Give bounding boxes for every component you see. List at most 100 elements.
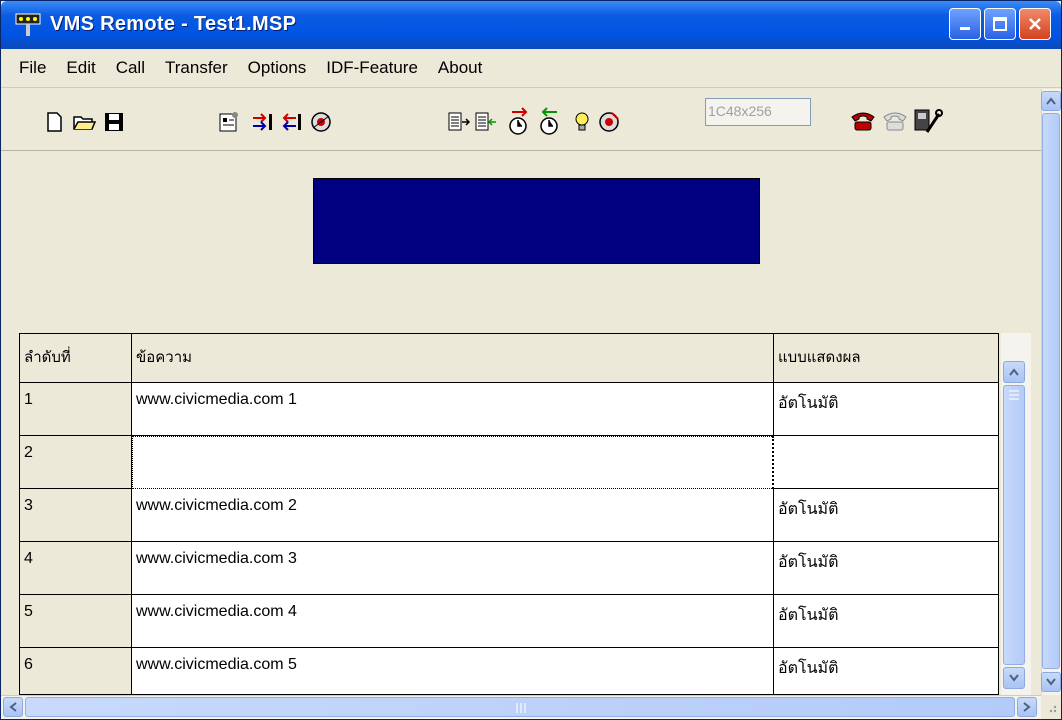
reset-button[interactable] xyxy=(596,109,622,135)
message-cell[interactable]: www.civicmedia.com 4 xyxy=(132,595,774,648)
grid-scroll-down-button[interactable] xyxy=(1003,667,1025,689)
table-row[interactable]: 5 www.civicmedia.com 4 อัตโนมัติ xyxy=(20,595,998,648)
message-cell[interactable]: www.civicmedia.com 3 xyxy=(132,542,774,595)
timer-receive-button[interactable] xyxy=(537,105,563,137)
receive-button[interactable] xyxy=(279,109,305,135)
display-mode-cell[interactable] xyxy=(774,436,998,489)
menu-edit[interactable]: Edit xyxy=(56,58,105,78)
new-file-icon xyxy=(47,112,62,132)
copy-to-icon xyxy=(448,112,471,131)
horizontal-scroll-thumb[interactable] xyxy=(25,697,1015,717)
send-button[interactable] xyxy=(250,109,276,135)
maximize-button[interactable] xyxy=(984,8,1016,40)
new-file-button[interactable] xyxy=(41,109,67,135)
message-cell[interactable]: www.civicmedia.com 5 xyxy=(132,648,774,694)
row-number: 3 xyxy=(20,489,132,542)
brightness-button[interactable] xyxy=(569,109,595,135)
table-row[interactable]: 1 www.civicmedia.com 1 อัตโนมัติ xyxy=(20,383,998,436)
table-row[interactable]: 2 xyxy=(20,436,998,489)
grip-lines-icon xyxy=(516,703,526,713)
row-number: 5 xyxy=(20,595,132,648)
message-cell[interactable]: www.civicmedia.com 2 xyxy=(132,489,774,542)
save-disk-icon xyxy=(105,113,123,131)
close-button[interactable] xyxy=(1019,8,1051,40)
menu-idf-feature[interactable]: IDF-Feature xyxy=(316,58,428,78)
main-vertical-scrollbar[interactable] xyxy=(1041,89,1061,695)
grip-lines-icon xyxy=(1009,390,1019,400)
column-header-message[interactable]: ข้อความ xyxy=(132,334,774,383)
scroll-left-button[interactable] xyxy=(3,697,23,717)
menu-options[interactable]: Options xyxy=(238,58,317,78)
display-mode-cell[interactable]: อัตโนมัติ xyxy=(774,595,998,648)
row-number: 2 xyxy=(20,436,132,489)
horizontal-scrollbar[interactable] xyxy=(1,695,1041,719)
display-mode-cell[interactable]: อัตโนมัติ xyxy=(774,648,998,694)
close-icon xyxy=(1029,18,1041,30)
hangup-button[interactable] xyxy=(881,107,909,135)
monitor-icon xyxy=(311,112,331,132)
display-mode-cell[interactable]: อัตโนมัติ xyxy=(774,489,998,542)
row-number: 4 xyxy=(20,542,132,595)
open-folder-icon xyxy=(73,116,96,130)
message-cell[interactable] xyxy=(132,436,774,489)
grid-scroll-up-button[interactable] xyxy=(1003,361,1025,383)
display-mode-cell[interactable]: อัตโนมัติ xyxy=(774,542,998,595)
menu-bar: File Edit Call Transfer Options IDF-Feat… xyxy=(1,49,1061,88)
message-grid: ลำดับที่ ข้อความ แบบแสดงผล 1 www.civicme… xyxy=(19,333,999,695)
grid-vertical-scrollbar[interactable] xyxy=(1001,333,1031,695)
display-mode-cell[interactable]: อัตโนมัติ xyxy=(774,383,998,436)
phone-hangup-icon xyxy=(883,112,907,131)
main-scroll-thumb[interactable] xyxy=(1042,113,1060,669)
receive-icon xyxy=(282,113,301,131)
properties-button[interactable] xyxy=(216,109,242,135)
copy-from-icon xyxy=(475,112,496,131)
timer-receive-icon xyxy=(540,107,558,135)
column-header-number[interactable]: ลำดับที่ xyxy=(20,334,132,383)
brightness-icon xyxy=(575,112,589,131)
app-icon xyxy=(15,13,41,36)
properties-icon xyxy=(219,112,238,132)
minimize-button[interactable] xyxy=(949,8,981,40)
timer-send-button[interactable] xyxy=(506,105,532,137)
menu-transfer[interactable]: Transfer xyxy=(155,58,238,78)
column-header-display-mode[interactable]: แบบแสดงผล xyxy=(774,334,998,383)
scroll-right-button[interactable] xyxy=(1017,697,1037,717)
chevron-down-icon xyxy=(1046,678,1056,686)
settings-button[interactable] xyxy=(913,105,943,137)
main-scroll-down-button[interactable] xyxy=(1041,672,1061,692)
dial-button[interactable] xyxy=(849,107,877,135)
row-number: 1 xyxy=(20,383,132,436)
title-bar[interactable]: VMS Remote - Test1.MSP xyxy=(1,1,1061,49)
menu-file[interactable]: File xyxy=(9,58,56,78)
copy-to-button[interactable] xyxy=(446,109,472,135)
chevron-up-icon xyxy=(1009,368,1019,376)
table-row[interactable]: 3 www.civicmedia.com 2 อัตโนมัติ xyxy=(20,489,998,542)
open-button[interactable] xyxy=(71,109,97,135)
chevron-up-icon xyxy=(1046,97,1056,105)
led-sign-preview[interactable] xyxy=(313,178,760,264)
table-row[interactable]: 6 www.civicmedia.com 5 อัตโนมัติ xyxy=(20,648,998,694)
table-row[interactable]: 4 www.civicmedia.com 3 อัตโนมัติ xyxy=(20,542,998,595)
chevron-right-icon xyxy=(1023,702,1031,712)
settings-tools-icon xyxy=(914,109,943,133)
save-button[interactable] xyxy=(101,109,127,135)
resize-grip[interactable] xyxy=(1041,695,1061,719)
app-window: VMS Remote - Test1.MSP File Edit Call Tr… xyxy=(0,0,1062,720)
phone-dial-icon xyxy=(851,112,875,131)
grid-scroll-thumb[interactable] xyxy=(1003,385,1025,665)
menu-about[interactable]: About xyxy=(428,58,492,78)
minimize-icon xyxy=(960,27,970,30)
monitor-button[interactable] xyxy=(308,109,334,135)
maximize-icon xyxy=(993,17,1007,31)
sign-size-combo[interactable]: 1C48x256 xyxy=(705,98,811,126)
chevron-down-icon xyxy=(1009,674,1019,682)
chevron-left-icon xyxy=(9,702,17,712)
row-number: 6 xyxy=(20,648,132,694)
resize-grip-icon xyxy=(1049,705,1057,713)
message-cell[interactable]: www.civicmedia.com 1 xyxy=(132,383,774,436)
window-title: VMS Remote - Test1.MSP xyxy=(50,13,297,35)
main-scroll-up-button[interactable] xyxy=(1041,91,1061,111)
copy-from-button[interactable] xyxy=(473,109,499,135)
menu-call[interactable]: Call xyxy=(106,58,155,78)
send-icon xyxy=(253,113,272,131)
